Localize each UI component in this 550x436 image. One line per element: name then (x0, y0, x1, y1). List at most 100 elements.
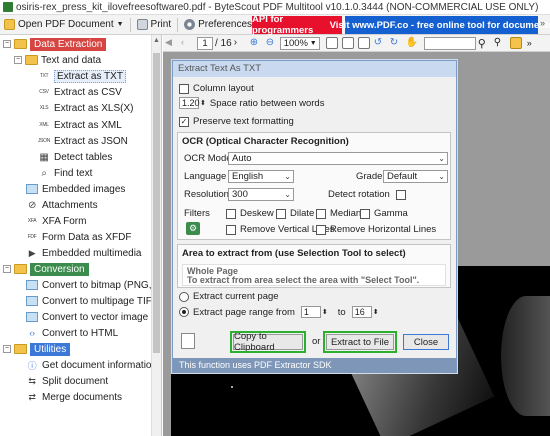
hand-tool-icon[interactable]: ✋ (406, 37, 418, 49)
dilate-label: Dilate (290, 208, 315, 219)
detect-rotation-checkbox[interactable] (395, 189, 406, 200)
copy-to-clipboard-button[interactable]: Copy to Clipboard (230, 331, 306, 353)
select-tool-icon[interactable] (509, 37, 522, 49)
print-button[interactable]: Print (133, 16, 176, 34)
tree-item-convert-html[interactable]: ‹› Convert to HTML (26, 325, 118, 341)
tree-item-extract-xml[interactable]: XML Extract as XML (38, 117, 122, 133)
column-layout-checkbox[interactable] (179, 83, 189, 94)
tree-item-extract-csv[interactable]: CSV Extract as CSV (38, 84, 122, 100)
column-layout-option[interactable]: Column layout (179, 83, 254, 94)
tree-category-data-extraction[interactable]: − Data Extraction (3, 36, 107, 52)
zoom-out-icon[interactable]: ⊖ (266, 37, 278, 49)
scroll-up-icon[interactable]: ▲ (153, 37, 160, 44)
tree-item-form-data-xfdf[interactable]: FDF Form Data as XFDF (26, 229, 132, 245)
preferences-button[interactable]: Preferences (180, 16, 256, 34)
language-select[interactable]: English ⌄ (228, 170, 294, 183)
rotate-left-icon[interactable]: ↺ (374, 37, 386, 49)
filter-dilate[interactable]: Dilate (276, 208, 314, 219)
search-input[interactable] (423, 36, 476, 50)
deskew-checkbox[interactable] (226, 208, 236, 219)
extract-to-file-button[interactable]: Extract to File (323, 331, 397, 353)
tree-item-detect-tables[interactable]: ▦ Detect tables (38, 149, 112, 165)
remove-vertical-checkbox[interactable] (226, 224, 236, 235)
tree-item-label: Attachments (42, 199, 98, 211)
tree-item-document-info[interactable]: ⓘ Get document information (26, 357, 157, 373)
subgroup-label: Text and data (41, 54, 102, 66)
overflow-chevron-icon[interactable]: » (527, 38, 532, 48)
extract-current-radio[interactable] (179, 291, 189, 302)
rotate-right-icon[interactable]: ↻ (390, 37, 402, 49)
range-from-input[interactable]: 1 (300, 306, 321, 318)
tree-item-extract-txt[interactable]: TXT Extract as TXT (38, 68, 126, 84)
folder-icon (4, 19, 15, 30)
tree-item-label: Split document (42, 375, 109, 387)
filter-median[interactable]: Median (316, 208, 361, 219)
tree-item-label: Convert to vector image (EMF (42, 311, 161, 323)
folder-icon (14, 39, 27, 49)
web-banner-button[interactable]: Visit www.PDF.co - free online tool for … (330, 16, 550, 34)
filter-settings-icon[interactable]: ⚙ (186, 222, 200, 235)
preserve-formatting-option[interactable]: ✓ Preserve text formatting (179, 116, 294, 127)
tree-item-extract-json[interactable]: JSON Extract as JSON (38, 133, 128, 149)
preserve-formatting-checkbox[interactable]: ✓ (179, 116, 189, 127)
prev-arrow-icon[interactable]: ‹ (181, 37, 193, 49)
tree-category-utilities[interactable]: − Utilities (3, 341, 71, 357)
sidebar-scrollbar[interactable]: ▲ (151, 35, 161, 436)
remove-horizontal-option[interactable]: Remove Horizontal Lines (316, 224, 436, 235)
tree-item-xfa-form[interactable]: XFA XFA Form (26, 213, 87, 229)
tree-item-convert-tiff[interactable]: Convert to multipage TIFF (26, 293, 158, 309)
collapse-toggle-icon[interactable]: − (3, 345, 11, 353)
tree-item-attachments[interactable]: ⊘ Attachments (26, 197, 98, 213)
spin-arrows-icon[interactable]: ⬍ (373, 308, 379, 316)
median-checkbox[interactable] (316, 208, 326, 219)
find-binoculars-icon[interactable]: ⚲ (478, 37, 490, 50)
window-title: osiris-rex_press_kit_ilovefreesoftware0.… (16, 1, 539, 13)
open-pdf-button[interactable]: Open PDF Document ▼ (0, 16, 128, 34)
previous-page-icon[interactable]: ◀ (165, 37, 177, 49)
scrollbar-thumb[interactable] (153, 53, 160, 353)
dilate-checkbox[interactable] (276, 208, 286, 219)
detect-rotation-option[interactable]: Detect rotation (328, 189, 410, 200)
extract-range-radio[interactable] (179, 307, 189, 317)
resolution-select[interactable]: 300 ⌄ (228, 188, 294, 201)
range-to-input[interactable]: 16 (351, 306, 372, 318)
app-icon (3, 2, 13, 12)
extract-range-option[interactable]: Extract page range from 1 ⬍ to 16 ⬍ (179, 306, 379, 318)
extract-current-option[interactable]: Extract current page (179, 291, 279, 302)
next-page-icon[interactable]: › (234, 37, 246, 49)
gamma-checkbox[interactable] (360, 208, 370, 219)
filter-deskew[interactable]: Deskew (226, 208, 274, 219)
tree-subgroup-text-and-data[interactable]: − Text and data (14, 52, 101, 68)
ocr-mode-select[interactable]: Auto ⌄ (228, 152, 448, 165)
overflow-chevron-icon[interactable]: » (540, 18, 545, 28)
filter-gamma[interactable]: Gamma (360, 208, 408, 219)
tree-item-split-document[interactable]: ⇆ Split document (26, 373, 108, 389)
tree-item-merge-documents[interactable]: ⇄ Merge documents (26, 389, 122, 405)
collapse-toggle-icon[interactable]: − (3, 265, 11, 273)
fit-width-icon[interactable] (341, 37, 354, 49)
grade-select[interactable]: Default ⌄ (383, 170, 448, 183)
tree-item-convert-bitmap[interactable]: Convert to bitmap (PNG, JPEG (26, 277, 161, 293)
collapse-toggle-icon[interactable]: − (3, 40, 11, 48)
tree-item-embedded-multimedia[interactable]: ▶ Embedded multimedia (26, 245, 142, 261)
tree-item-convert-vector[interactable]: Convert to vector image (EMF (26, 309, 161, 325)
multimedia-icon: ▶ (28, 247, 36, 258)
api-banner-button[interactable]: API for programmers (252, 14, 342, 36)
tree-item-find-text[interactable]: ⌕ Find text (38, 165, 92, 181)
zoom-select[interactable]: 100% ▼ (279, 36, 320, 50)
remove-horizontal-checkbox[interactable] (316, 224, 326, 235)
spin-arrows-icon[interactable]: ⬍ (200, 99, 206, 107)
tree-item-extract-xls[interactable]: XLS Extract as XLS(X) (38, 100, 134, 116)
zoom-in-icon[interactable]: ⊕ (250, 37, 262, 49)
fit-page-icon[interactable] (325, 37, 338, 49)
tree-item-label: Convert to HTML (42, 327, 119, 339)
collapse-toggle-icon[interactable]: − (14, 56, 22, 64)
tree-item-embedded-images[interactable]: Embedded images (26, 181, 125, 197)
space-ratio-input[interactable]: 1.20 (179, 97, 200, 109)
page-number-input[interactable]: 1 (197, 36, 213, 50)
tree-category-conversion[interactable]: − Conversion (3, 261, 89, 277)
spin-arrows-icon[interactable]: ⬍ (322, 308, 328, 316)
close-button[interactable]: Close (403, 334, 449, 350)
single-page-icon[interactable] (357, 37, 370, 49)
find-next-icon[interactable]: ⚲ (494, 37, 506, 49)
